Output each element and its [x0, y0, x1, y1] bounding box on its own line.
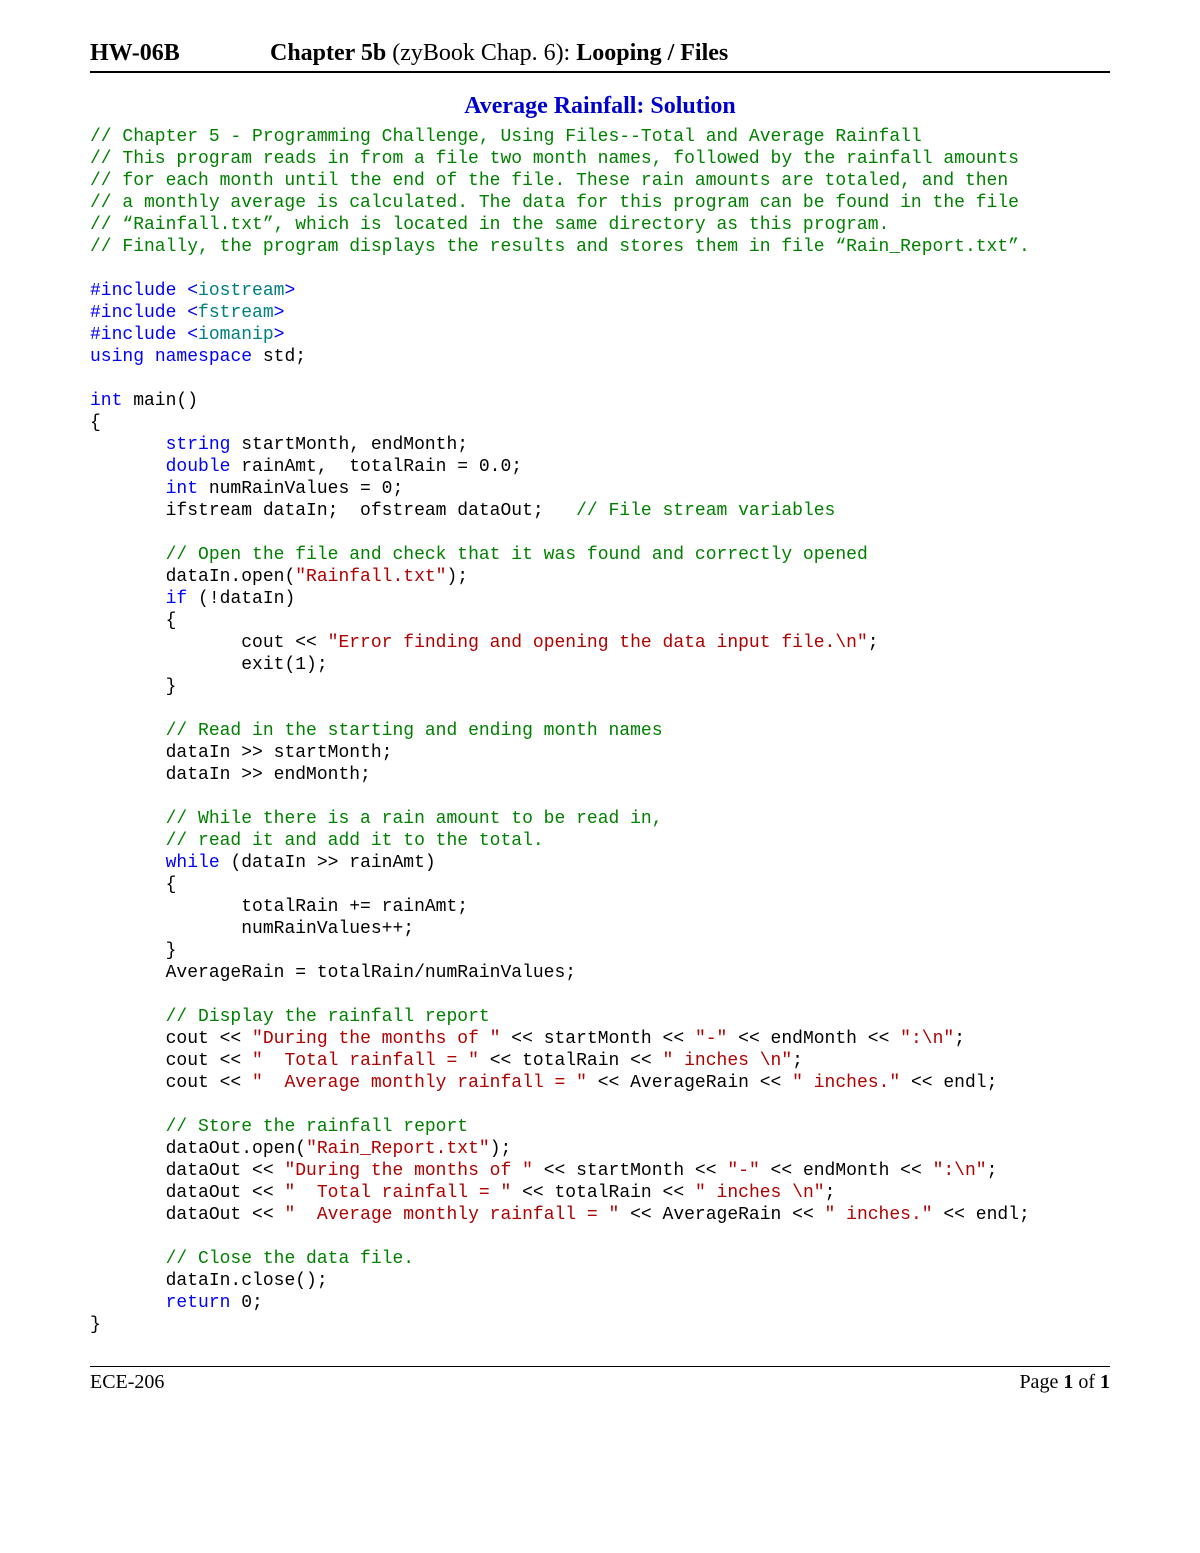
- chapter-title: Chapter 5b (zyBook Chap. 6): Looping / F…: [270, 40, 728, 67]
- comment-line: // for each month until the end of the f…: [90, 171, 1008, 191]
- chapter-bold: Chapter 5b: [270, 40, 386, 66]
- page-footer: ECE-206 Page 1 of 1: [90, 1366, 1110, 1394]
- code-block: // Chapter 5 - Programming Challenge, Us…: [90, 126, 1110, 1336]
- page-header: HW-06B Chapter 5b (zyBook Chap. 6): Loop…: [90, 40, 1110, 73]
- chapter-rest: (zyBook Chap. 6):: [386, 40, 576, 66]
- page-number: Page 1 of 1: [1019, 1371, 1110, 1394]
- comment-line: // This program reads in from a file two…: [90, 149, 1019, 169]
- preproc: #include: [90, 281, 176, 301]
- keyword: using: [90, 347, 144, 367]
- course-code: ECE-206: [90, 1371, 164, 1394]
- comment-line: // Chapter 5 - Programming Challenge, Us…: [90, 127, 922, 147]
- document-page: HW-06B Chapter 5b (zyBook Chap. 6): Loop…: [0, 0, 1200, 1553]
- keyword: namespace: [155, 347, 252, 367]
- document-title: Average Rainfall: Solution: [90, 93, 1110, 120]
- comment-line: // “Rainfall.txt”, which is located in t…: [90, 215, 889, 235]
- comment-line: // Finally, the program displays the res…: [90, 237, 1030, 257]
- chapter-tail: Looping / Files: [576, 40, 728, 66]
- hw-label: HW-06B: [90, 40, 270, 67]
- keyword: int: [90, 391, 122, 411]
- comment-line: // a monthly average is calculated. The …: [90, 193, 1019, 213]
- preproc: #include: [90, 303, 176, 323]
- preproc: #include: [90, 325, 176, 345]
